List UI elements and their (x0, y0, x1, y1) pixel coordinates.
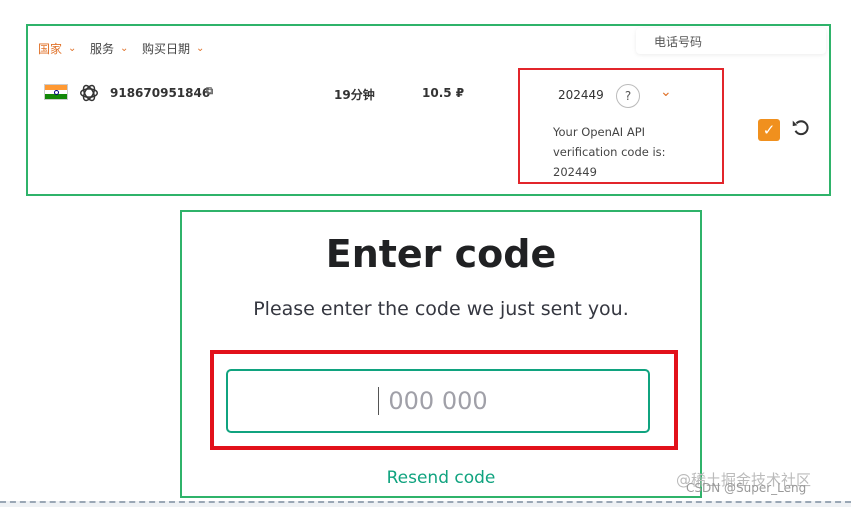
refresh-icon[interactable] (790, 117, 812, 139)
openai-icon (80, 84, 98, 102)
filter-country-label: 国家 (38, 42, 63, 56)
text-caret (378, 387, 379, 415)
copy-icon[interactable]: ⧉ (206, 86, 213, 97)
phone-number: 918670951846 (110, 86, 211, 100)
phone-search-placeholder: 电话号码 (654, 35, 703, 49)
chevron-down-icon: ⌄ (120, 42, 129, 54)
sms-message-text: Your OpenAI API verification code is: 20… (553, 125, 666, 179)
chevron-down-icon[interactable]: ⌄ (660, 84, 672, 100)
filter-purchase-date[interactable]: 购买日期 ⌄ (142, 40, 204, 57)
watermark-line2: CSDN @Super_Leng (686, 481, 807, 495)
received-code: 202449 (558, 88, 604, 102)
complete-checkbox[interactable]: ✓ (758, 119, 780, 141)
india-flag-icon (44, 84, 68, 100)
filter-service[interactable]: 服务 ⌄ (90, 40, 128, 57)
rental-duration: 19分钟 (334, 88, 375, 102)
watermark: @稀土掘金技术社区 CSDN @Super_Leng (676, 469, 811, 495)
help-icon[interactable]: ? (616, 84, 640, 108)
page-edge-divider (0, 501, 851, 507)
verification-panel: Enter code Please enter the code we just… (180, 210, 702, 498)
phone-search-input[interactable]: 电话号码 (636, 28, 826, 54)
chevron-down-icon: ⌄ (68, 42, 77, 54)
page-title: Enter code (325, 232, 557, 276)
code-input[interactable] (226, 369, 650, 433)
filter-purchase-date-label: 购买日期 (142, 42, 191, 56)
page-subtitle: Please enter the code we just sent you. (253, 298, 629, 320)
highlight-frame (210, 350, 678, 450)
number-listing-panel: 国家 ⌄ 服务 ⌄ 购买日期 ⌄ 电话号码 918670951846 ⧉ 19分… (26, 24, 831, 196)
filter-bar: 国家 ⌄ 服务 ⌄ 购买日期 ⌄ (38, 40, 204, 57)
table-row: 918670951846 ⧉ 19分钟 10.5 ₽ (44, 82, 514, 106)
chevron-down-icon: ⌄ (196, 42, 205, 54)
resend-code-link[interactable]: Resend code (182, 468, 700, 488)
price: 10.5 ₽ (422, 86, 465, 100)
filter-service-label: 服务 (90, 42, 115, 56)
received-code-box: 202449 ? ⌄ Your OpenAI API verification … (518, 68, 724, 184)
filter-country[interactable]: 国家 ⌄ (38, 40, 76, 57)
